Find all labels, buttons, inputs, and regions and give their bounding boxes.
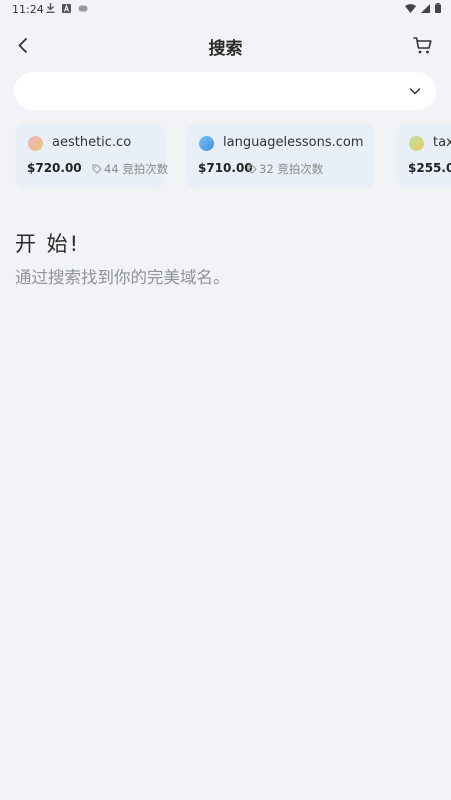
section-divider <box>0 196 451 204</box>
cart-button[interactable] <box>411 33 435 57</box>
search-dropdown[interactable] <box>14 72 436 110</box>
cart-icon <box>413 37 432 54</box>
tag-icon <box>247 164 257 174</box>
domain-name: tax <box>433 135 451 150</box>
domain-price: $710.00 <box>198 161 253 175</box>
tag-icon <box>92 164 102 174</box>
status-bar: 11:24 <box>0 0 451 20</box>
bid-count-text: 32 竞拍次数 <box>259 162 324 176</box>
battery-icon <box>435 3 441 13</box>
domain-card[interactable]: tax $255.0 <box>397 124 451 186</box>
status-time: 11:24 <box>12 3 44 16</box>
gamepad-icon <box>78 5 88 11</box>
domain-price: $720.00 <box>27 161 82 175</box>
featured-domains-carousel[interactable]: aesthetic.co $720.00 44 竞拍次数 languageles… <box>0 124 451 188</box>
bid-count-text: 44 竞拍次数 <box>104 162 169 176</box>
bid-count: 44 竞拍次数 <box>92 161 168 177</box>
empty-state-subtitle: 通过搜索找到你的完美域名。 <box>15 268 230 287</box>
download-icon <box>46 3 55 13</box>
domain-avatar-icon <box>409 136 424 151</box>
domain-card[interactable]: aesthetic.co $720.00 44 竞拍次数 <box>16 124 168 186</box>
page-title: 搜索 <box>208 39 243 59</box>
empty-state-title: 开 始! <box>15 232 81 256</box>
domain-name: aesthetic.co <box>52 135 132 150</box>
a-icon <box>62 3 71 13</box>
signal-icon <box>421 3 430 13</box>
domain-avatar-icon <box>28 136 43 151</box>
status-notification-icons <box>46 3 88 13</box>
chevron-down-icon <box>409 88 421 95</box>
domain-avatar-icon <box>199 136 214 151</box>
wifi-icon <box>405 3 416 13</box>
domain-name: languagelessons.com <box>223 135 364 150</box>
header: 搜索 <box>0 28 451 64</box>
domain-card[interactable]: languagelessons.com $710.00 32 竞拍次数 <box>187 124 374 186</box>
bid-count: 32 竞拍次数 <box>247 161 323 177</box>
domain-price: $255.0 <box>408 161 451 175</box>
status-system-icons <box>405 3 441 13</box>
